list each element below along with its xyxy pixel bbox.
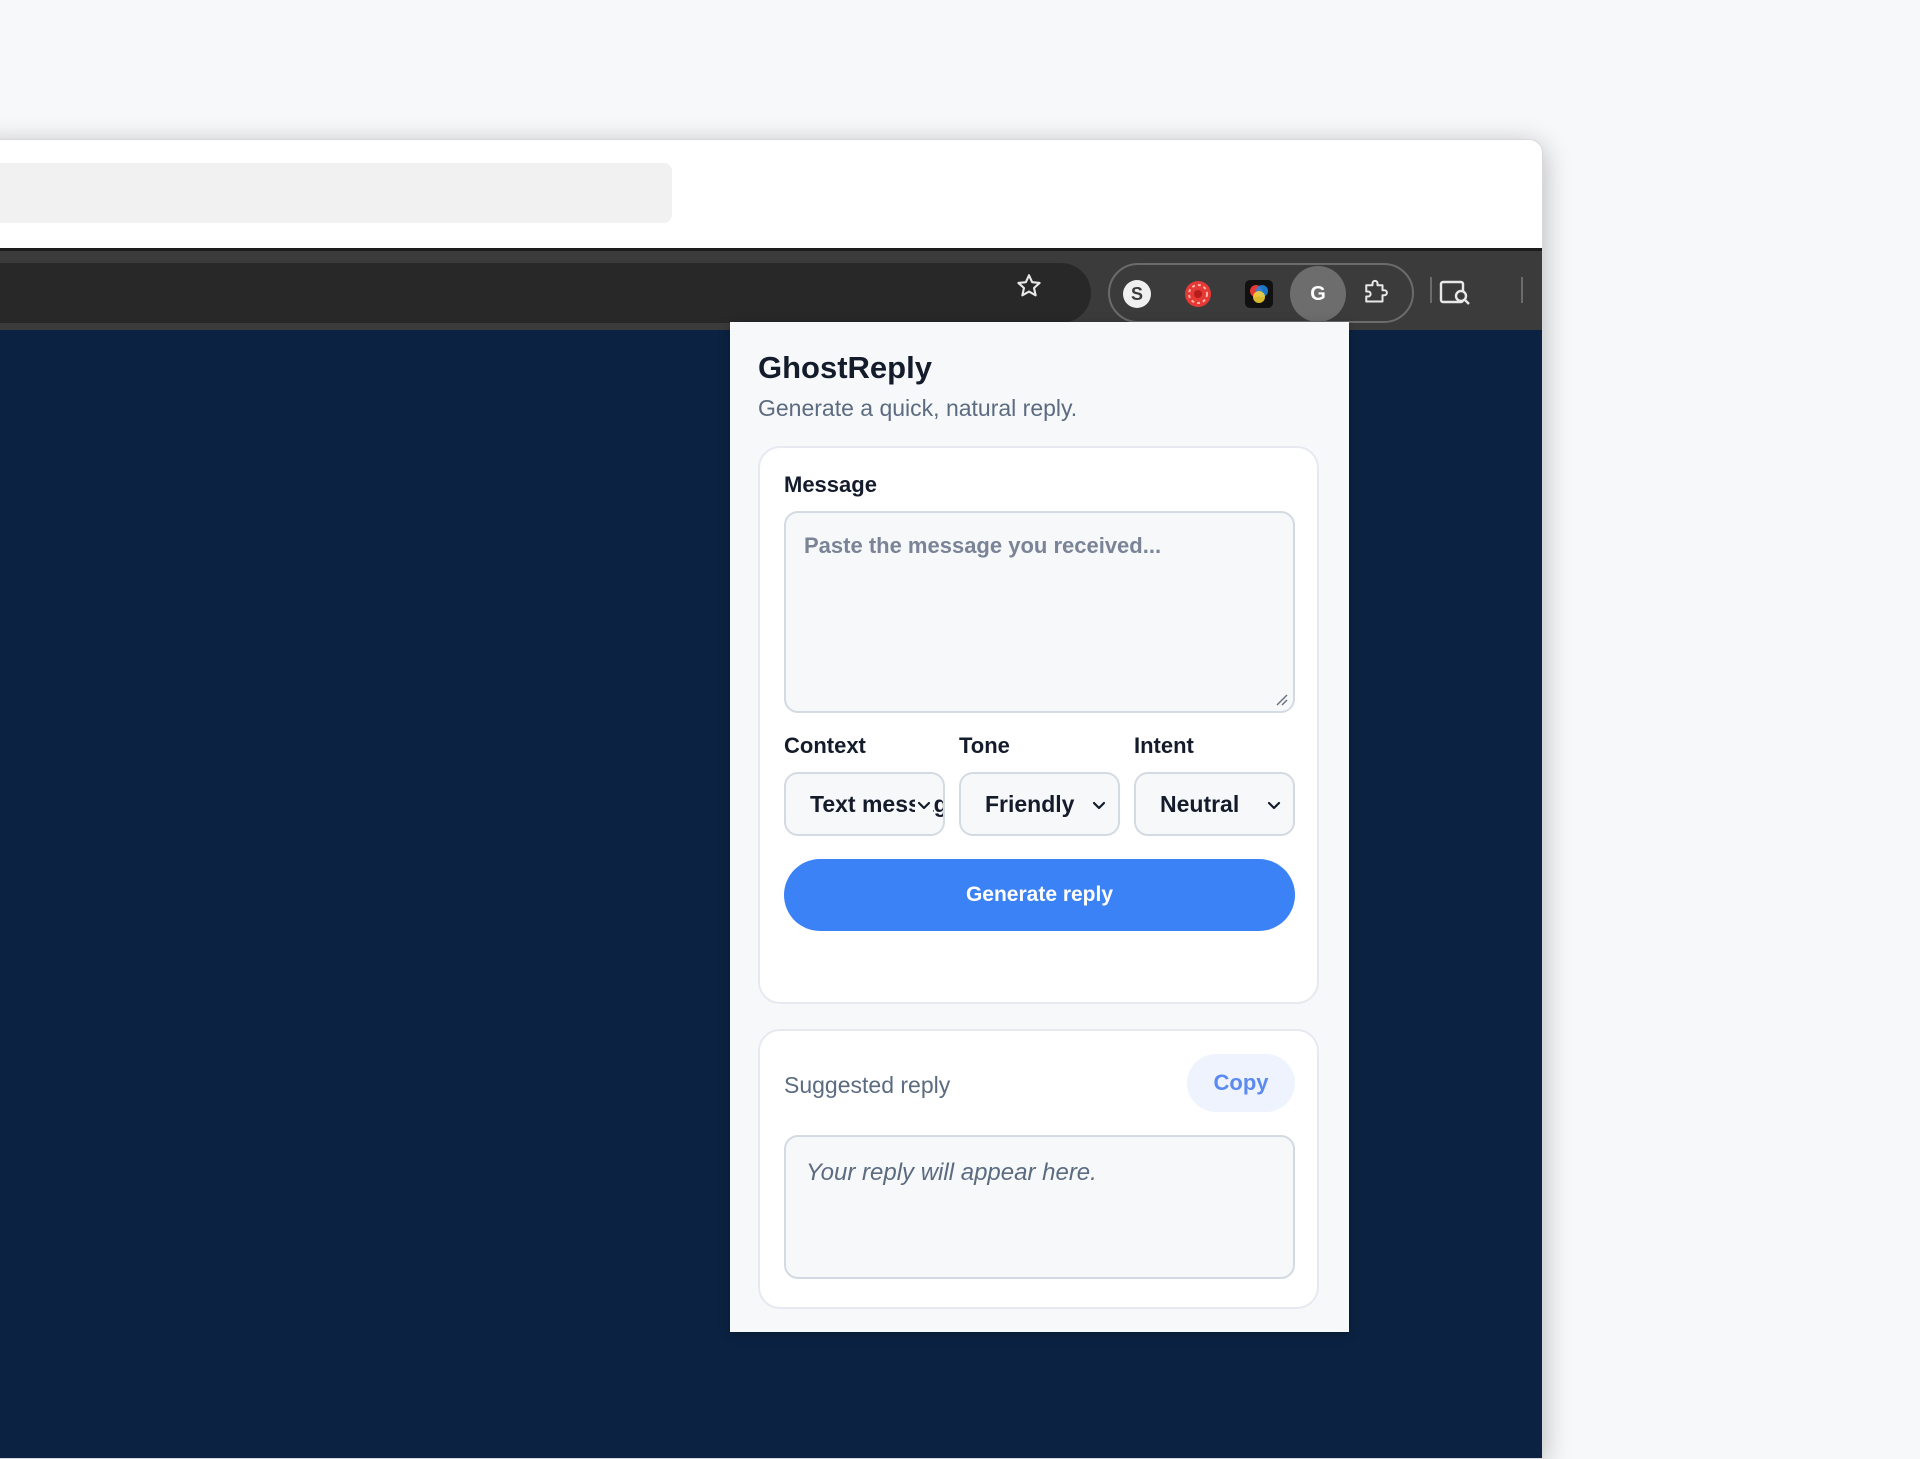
app-subtitle: Generate a quick, natural reply. [758, 395, 1078, 421]
suggested-reply-card: Suggested reply Copy Your reply will app… [758, 1029, 1319, 1309]
chevron-down-icon [915, 796, 933, 814]
toolbar-divider [1430, 277, 1432, 303]
message-input[interactable]: Paste the message you received... [784, 511, 1295, 713]
chevron-down-icon [1267, 801, 1281, 810]
message-label: Message [784, 472, 877, 497]
svg-text:S: S [1131, 284, 1143, 304]
bookmark-star-icon[interactable] [1009, 266, 1049, 306]
tone-label: Tone [959, 733, 1010, 758]
message-placeholder: Paste the message you received... [804, 533, 1162, 558]
reply-placeholder: Your reply will appear here. [806, 1159, 1097, 1186]
ghostreply-extension-icon[interactable]: G [1290, 266, 1346, 322]
tone-select[interactable]: Friendly [959, 772, 1120, 836]
s-extension-icon[interactable]: S [1122, 279, 1152, 309]
app-title: GhostReply [758, 350, 932, 385]
resize-handle-icon[interactable] [1274, 692, 1288, 706]
chevron-down-icon [1092, 801, 1106, 810]
intent-value: Neutral [1160, 790, 1240, 817]
suggested-reply-label: Suggested reply [784, 1072, 951, 1098]
reply-output[interactable]: Your reply will appear here. [784, 1135, 1295, 1279]
puzzle-extensions-icon[interactable] [1360, 279, 1390, 309]
address-tab[interactable] [0, 163, 672, 223]
toolbar-divider-2 [1521, 277, 1523, 303]
ghostreply-popup: GhostReply Generate a quick, natural rep… [730, 322, 1349, 1332]
copy-button[interactable]: Copy [1187, 1054, 1295, 1112]
browser-toolbar: S G [0, 248, 1542, 330]
intent-label: Intent [1134, 733, 1194, 758]
red-extension-icon[interactable] [1183, 279, 1213, 309]
search-tabs-icon[interactable] [1438, 275, 1474, 311]
tone-value: Friendly [985, 790, 1075, 817]
omnibox[interactable] [0, 263, 1091, 323]
compose-card: Message Paste the message you received..… [758, 446, 1319, 1004]
intent-select[interactable]: Neutral [1134, 772, 1295, 836]
color-extension-icon[interactable] [1244, 279, 1274, 309]
context-label: Context [784, 733, 866, 758]
generate-reply-button[interactable]: Generate reply [784, 859, 1295, 931]
context-select[interactable]: Text message [784, 772, 945, 836]
tab-strip [0, 140, 1542, 248]
extensions-group: S G [1108, 263, 1414, 323]
